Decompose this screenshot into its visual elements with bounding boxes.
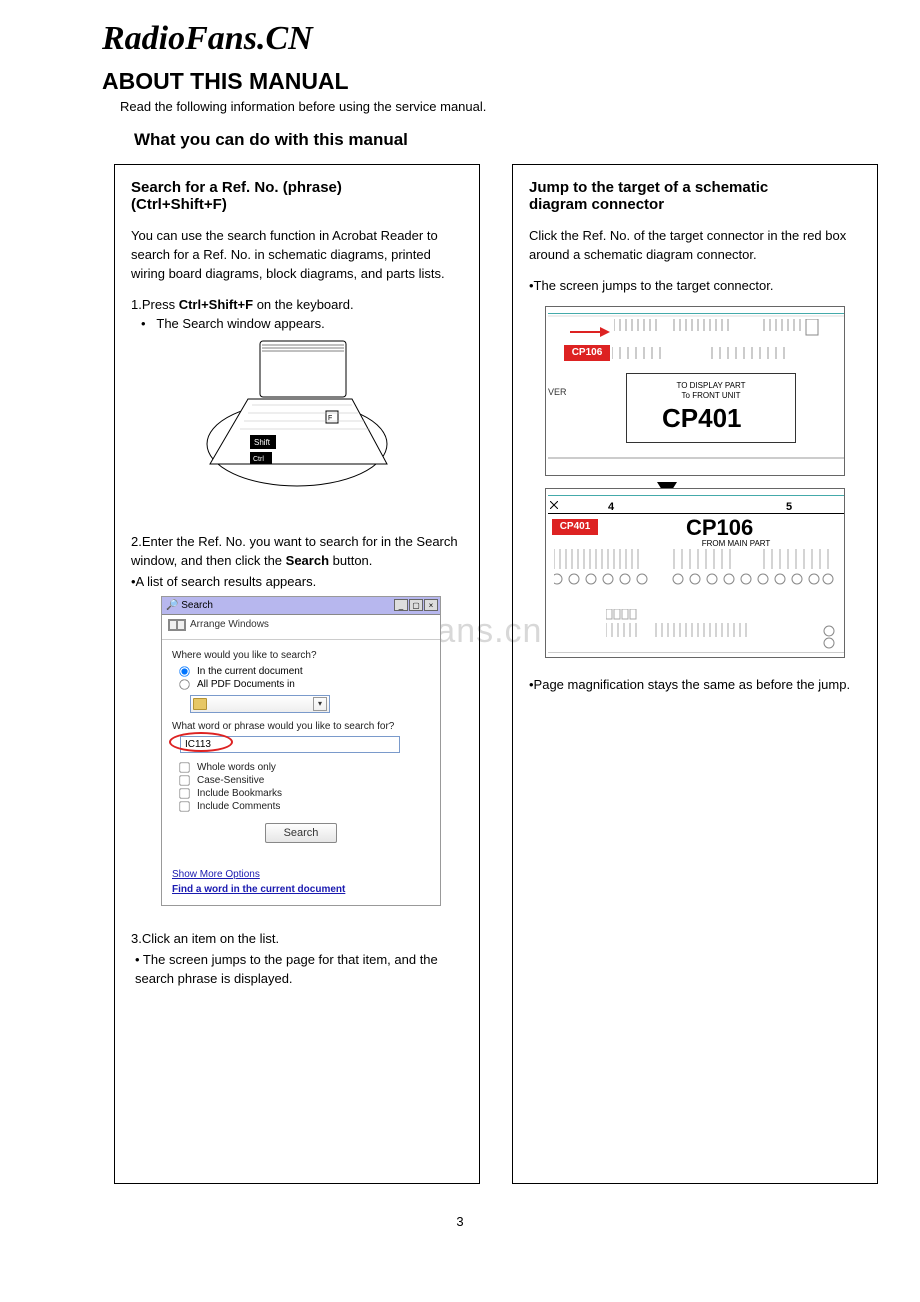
search-titlebar: 🔎 Search _ ▢ × <box>162 597 440 615</box>
left-title-l2: (Ctrl+Shift+F) <box>131 196 227 213</box>
folder-icon <box>193 698 207 710</box>
step2-bullet: •A list of search results appears. <box>131 573 463 592</box>
radio-all-row[interactable]: All PDF Documents in <box>178 678 430 691</box>
search-window: 🔎 Search _ ▢ × Arrange Windows Where wou… <box>161 596 441 906</box>
chevron-down-icon[interactable]: ▾ <box>313 697 327 711</box>
laptop-illustration: F Shift Ctrl <box>131 339 463 509</box>
minimize-icon[interactable]: _ <box>394 599 408 611</box>
left-title-l1: Search for a Ref. No. (phrase) <box>131 179 342 196</box>
chk-whole-label: Whole words only <box>197 762 276 773</box>
cp106-redbox[interactable]: CP106 <box>564 345 610 361</box>
site-name: RadioFans.CN <box>102 20 890 58</box>
radio-current-row[interactable]: In the current document <box>178 665 430 678</box>
chk-whole-row[interactable]: Whole words only <box>178 761 430 774</box>
schematic-top: /*noop*/ CP106 <box>545 306 845 476</box>
chk-case[interactable] <box>179 775 189 785</box>
right-title-l2: diagram connector <box>529 196 664 213</box>
step1-post: on the keyboard. <box>253 297 353 312</box>
search-title-text: 🔎 Search <box>166 600 213 611</box>
step2: 2.Enter the Ref. No. you want to search … <box>131 533 463 571</box>
right-title-l1: Jump to the target of a schematic <box>529 179 768 196</box>
arrange-windows-label: Arrange Windows <box>190 619 269 630</box>
arrange-windows-icon <box>168 619 186 631</box>
maximize-icon[interactable]: ▢ <box>409 599 423 611</box>
arrange-windows[interactable]: Arrange Windows <box>162 615 440 640</box>
radio-current[interactable] <box>179 666 189 676</box>
right-bullet1: •The screen jumps to the target connecto… <box>529 277 861 296</box>
ctrl-key-label: Ctrl <box>253 456 264 463</box>
cp401-big: CP401 <box>662 403 742 434</box>
right-panel-title: Jump to the target of a schematic diagra… <box>529 179 861 213</box>
radio-current-label: In the current document <box>197 666 303 677</box>
step1: 1.Press Ctrl+Shift+F on the keyboard. <box>131 296 463 315</box>
chk-case-label: Case-Sensitive <box>197 775 264 786</box>
right-intro: Click the Ref. No. of the target connect… <box>529 227 861 265</box>
chk-bookmarks[interactable] <box>179 788 189 798</box>
read-following: Read the following information before us… <box>120 99 890 114</box>
show-more-link[interactable]: Show More Options <box>172 869 430 880</box>
radio-all-label: All PDF Documents in <box>197 679 295 690</box>
close-icon[interactable]: × <box>424 599 438 611</box>
left-panel: Search for a Ref. No. (phrase) (Ctrl+Shi… <box>114 164 480 1184</box>
chk-case-row[interactable]: Case-Sensitive <box>178 774 430 787</box>
where-search-label: Where would you like to search? <box>172 650 430 661</box>
step3-bullet: • The screen jumps to the page for that … <box>131 951 463 989</box>
right-panel: Jump to the target of a schematic diagra… <box>512 164 878 1184</box>
folder-row[interactable]: ▾ <box>190 695 330 713</box>
step1-bullet: • The Search window appears. <box>141 316 463 331</box>
what-you-can-heading: What you can do with this manual <box>134 130 890 150</box>
step1-pre: 1.Press <box>131 297 179 312</box>
cp401-redbox[interactable]: CP401 <box>552 519 598 535</box>
step3: 3.Click an item on the list. <box>131 930 463 949</box>
left-intro: You can use the search function in Acrob… <box>131 227 463 284</box>
step2-bold: Search <box>286 553 329 568</box>
search-button[interactable]: Search <box>265 823 338 843</box>
find-word-link[interactable]: Find a word in the current document <box>172 884 430 895</box>
cp106-big: CP106 <box>686 515 753 541</box>
schematic-bottom: 4 5 CP401 CP106 FROM MAIN PART <box>545 488 845 658</box>
chk-whole[interactable] <box>179 762 189 772</box>
left-panel-title: Search for a Ref. No. (phrase) (Ctrl+Shi… <box>131 179 463 213</box>
what-search-label: What word or phrase would you like to se… <box>172 721 430 732</box>
step1-bold: Ctrl+Shift+F <box>179 297 253 312</box>
step1-bullet-text: The Search window appears. <box>156 316 324 331</box>
schematic-diagram: /*noop*/ CP106 <box>545 306 845 658</box>
page-number: 3 <box>30 1214 890 1229</box>
ver-label: VER <box>548 387 567 397</box>
cp401-sub2: To FRONT UNIT <box>656 391 766 400</box>
shift-key-label: Shift <box>254 438 271 447</box>
chk-bookmarks-label: Include Bookmarks <box>197 788 282 799</box>
chk-comments[interactable] <box>179 801 189 811</box>
step2-post: button. <box>329 553 372 568</box>
axis-5: 5 <box>786 501 792 513</box>
chk-comments-label: Include Comments <box>197 801 280 812</box>
cp106-sub: FROM MAIN PART <box>686 539 786 548</box>
search-input[interactable] <box>180 736 400 753</box>
chk-comments-row[interactable]: Include Comments <box>178 800 430 813</box>
right-bullet2: •Page magnification stays the same as be… <box>529 676 861 695</box>
radio-all[interactable] <box>179 679 189 689</box>
about-heading: ABOUT THIS MANUAL <box>102 68 890 95</box>
chk-bookmarks-row[interactable]: Include Bookmarks <box>178 787 430 800</box>
cp401-sub1: TO DISPLAY PART <box>656 381 766 390</box>
axis-4: 4 <box>608 501 614 513</box>
